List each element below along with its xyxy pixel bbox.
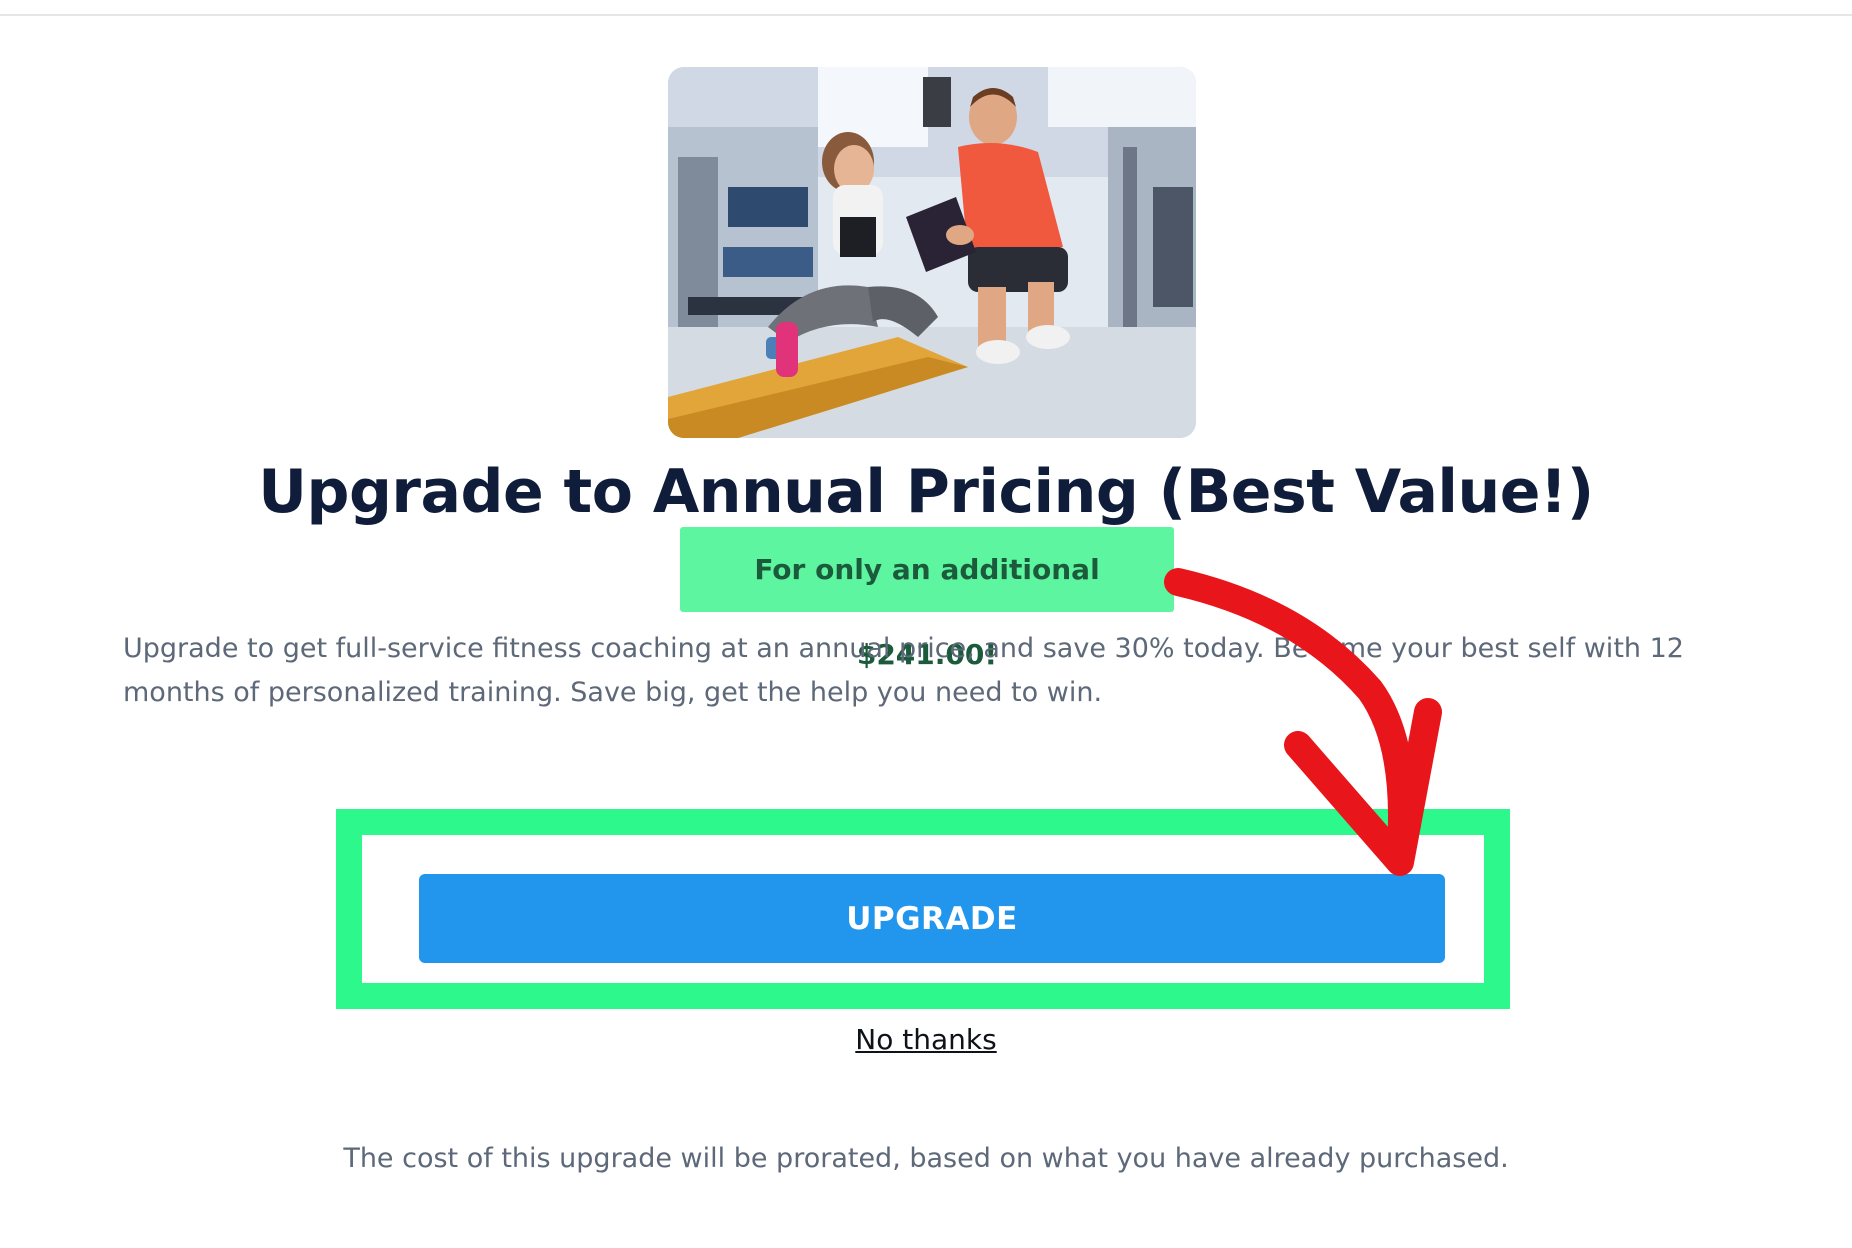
offer-description: Upgrade to get full-service fitness coac… bbox=[123, 633, 1684, 708]
gym-photo-illustration bbox=[668, 67, 1196, 438]
top-divider bbox=[0, 0, 1852, 16]
upgrade-button[interactable]: UPGRADE bbox=[419, 874, 1445, 963]
decline-link-container: No thanks bbox=[0, 1018, 1852, 1062]
hero-image bbox=[668, 67, 1196, 438]
no-thanks-link[interactable]: No thanks bbox=[855, 1023, 996, 1056]
offer-headline: Upgrade to Annual Pricing (Best Value!) bbox=[258, 457, 1594, 527]
proration-note: The cost of this upgrade will be prorate… bbox=[343, 1143, 1509, 1174]
upsell-page: Upgrade to Annual Pricing (Best Value!) … bbox=[0, 0, 1852, 1248]
price-badge: For only an additional $241.00! bbox=[680, 527, 1174, 671]
